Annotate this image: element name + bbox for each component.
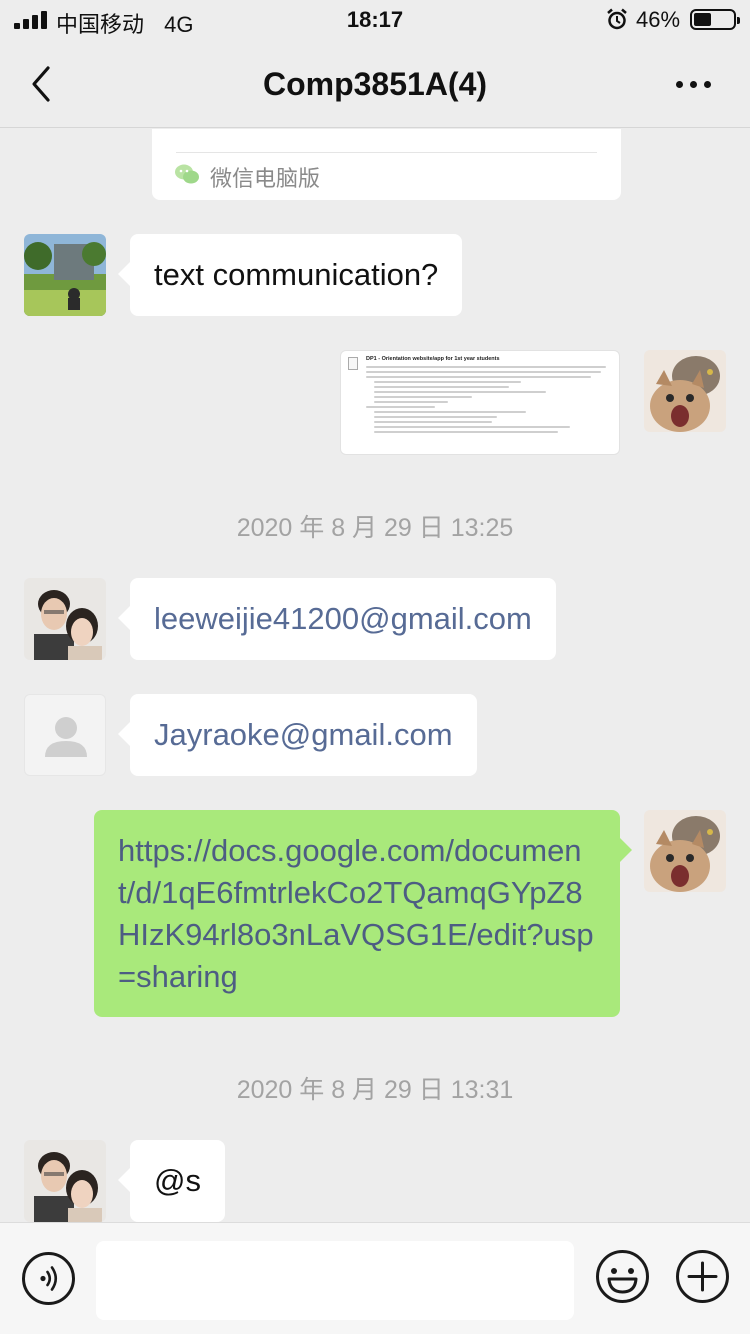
status-bar: 中国移动 4G 18:17 46% <box>0 0 750 40</box>
chat-area[interactable]: 微信电脑版 text communication? DP1 - Orientat… <box>0 129 750 1222</box>
email-link[interactable]: leeweijie41200@gmail.com <box>154 601 532 637</box>
more-dots-icon[interactable] <box>668 74 720 94</box>
message-bubble[interactable]: text communication? <box>117 234 463 316</box>
message-bubble[interactable]: Jayraoke@gmail.com <box>118 694 477 776</box>
document-title: DP1 - Orientation website/app for 1st ye… <box>366 356 500 362</box>
input-bar <box>0 1222 750 1334</box>
avatar-self[interactable] <box>644 810 726 892</box>
message-text: text communication? <box>154 257 439 292</box>
battery-icon <box>690 9 740 30</box>
chat-title: Comp3851A(4) <box>262 66 488 102</box>
emoji-icon[interactable] <box>595 1249 650 1304</box>
wechat-icon <box>175 164 199 184</box>
card-divider <box>176 152 597 153</box>
avatar[interactable] <box>24 578 106 660</box>
avatar-self[interactable] <box>644 350 726 432</box>
message-input[interactable] <box>96 1241 574 1320</box>
battery-percent: 46% <box>636 7 681 32</box>
shared-card[interactable]: 微信电脑版 <box>152 129 621 200</box>
document-image[interactable]: DP1 - Orientation website/app for 1st ye… <box>340 350 620 455</box>
document-icon <box>348 357 358 370</box>
message-bubble[interactable]: leeweijie41200@gmail.com <box>118 578 556 660</box>
nav-bar: Comp3851A(4) <box>0 40 750 128</box>
timestamp: 2020 年 8 月 29 日 13:25 <box>236 514 514 542</box>
email-link[interactable]: Jayraoke@gmail.com <box>154 717 453 753</box>
avatar[interactable] <box>24 1140 106 1222</box>
add-icon[interactable] <box>675 1249 730 1304</box>
avatar-default[interactable] <box>24 694 106 776</box>
message-bubble[interactable]: @s <box>118 1140 225 1222</box>
url-link[interactable]: https://docs.google.com/document/d/1qE6f… <box>118 830 596 998</box>
voice-icon[interactable] <box>22 1252 75 1305</box>
battery-fill <box>694 13 711 26</box>
avatar[interactable] <box>24 234 106 316</box>
alarm-icon <box>607 8 627 30</box>
message-text: @s <box>154 1163 201 1198</box>
message-bubble-self[interactable]: https://docs.google.com/document/d/1qE6f… <box>94 810 632 1017</box>
card-source-label: 微信电脑版 <box>210 166 321 191</box>
document-text-lines <box>366 366 611 436</box>
timestamp: 2020 年 8 月 29 日 13:31 <box>236 1076 514 1104</box>
